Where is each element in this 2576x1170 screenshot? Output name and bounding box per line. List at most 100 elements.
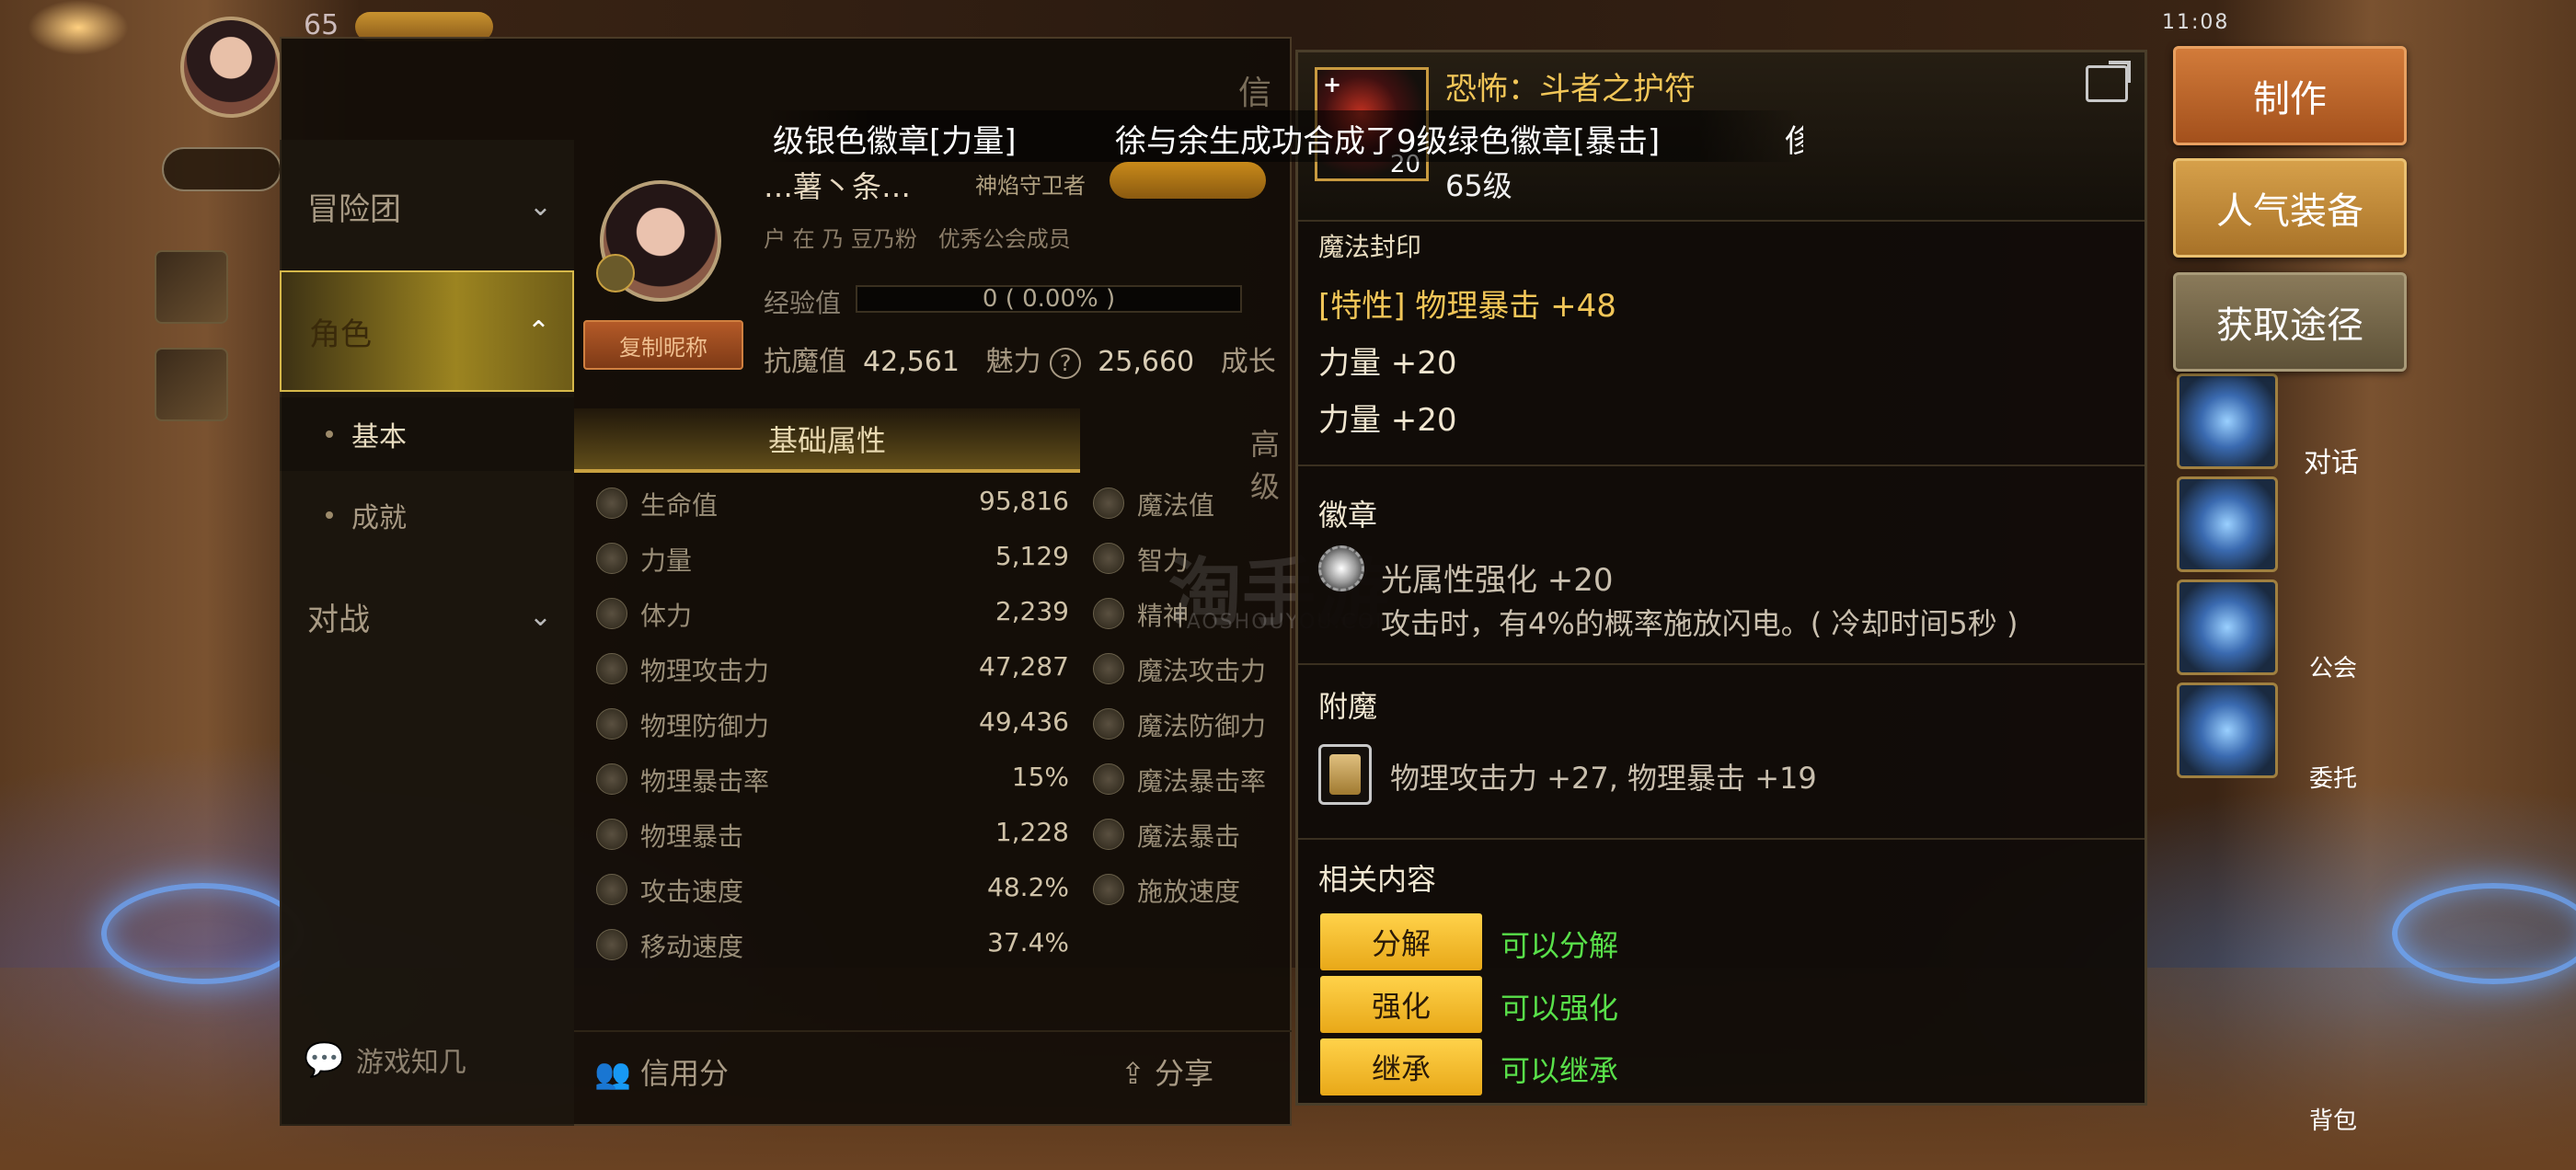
attribute-icon [1093,543,1124,574]
skill-slot-1[interactable] [2177,373,2278,469]
attribute-label: 物理暴击 [640,821,744,852]
nav-item-battle[interactable]: 对战 ⌄ [280,570,574,662]
nav-sub-label: 成就 [351,502,407,534]
share-button[interactable]: ⇪ 分享 [1121,1050,1213,1093]
portal-left [101,883,304,984]
attribute-icon [1093,488,1124,519]
enchant-title: 附魔 [1318,689,1378,724]
attribute-tabs: 基础属性 高级 [574,408,1292,504]
copy-nickname-button[interactable]: 复制昵称 [583,320,743,370]
guild-server-label: 户 在 乃 [764,226,851,252]
disassemble-note: 可以分解 [1501,928,1619,963]
nav-sub-basic[interactable]: 基本 [280,397,574,471]
emblem-title: 徽章 [1318,498,1378,533]
item-name: 恐怖：斗者之护符 [1445,71,1696,108]
people-icon: 👥 [594,1056,631,1091]
bullet-icon [326,430,333,438]
magic-seal-title: 魔法封印 [1318,232,1422,262]
attribute-value: 2,239 [995,596,1069,626]
attribute-label: 物理暴击率 [640,766,770,797]
external-link-icon[interactable] [2086,61,2131,102]
character-tag-badge [1110,162,1266,199]
skill-slot-3[interactable] [2177,579,2278,675]
skill-slot-2[interactable] [2177,476,2278,572]
marquee-segment: 徐与余生成功合成了9级绿色徽章[暴击] [1115,123,1661,160]
attribute-row: 物理攻击力 47,287 魔法攻击力 [596,644,1295,697]
attribute-label: 体力 [640,601,693,631]
enchant-text: 物理攻击力 +27, 物理暴击 +19 [1390,761,1817,796]
chat-label[interactable]: 对话 [2304,440,2359,480]
attribute-label: 生命值 [640,490,719,521]
power-value: 42,561 [863,346,960,378]
nav-item-character[interactable]: 角色 ⌃ [280,270,574,392]
nav-item-label: 冒险团 [307,190,401,228]
attribute-icon [1093,874,1124,905]
attribute-label-secondary: 魔法攻击力 [1137,656,1267,686]
craft-button[interactable]: 制作 [2173,46,2407,145]
credit-score-button[interactable]: 👥 信用分 [594,1050,729,1093]
bullet-icon [326,511,333,519]
attribute-icon [596,763,627,795]
enchant-card-icon [1318,744,1372,805]
nav-item-adventure-group[interactable]: 冒险团 ⌄ [280,160,574,252]
emblem-desc: 攻击时，有4%的概率施放闪电。( 冷却时间5秒 ) [1381,606,2018,641]
pet-icon[interactable] [155,348,228,421]
seal-line-3: 力量 +20 [1318,402,1457,439]
attribute-label: 物理攻击力 [640,656,770,686]
nav-sub-achievement[interactable]: 成就 [280,478,574,552]
system-clock: 11:08 [2162,11,2230,34]
attribute-row: 物理暴击 1,228 魔法暴击 [596,809,1295,863]
chevron-up-icon: ⌃ [526,315,550,348]
inherit-button[interactable]: 继承 [1320,1038,1482,1095]
nav-item-label: 角色 [309,315,372,353]
attribute-label: 力量 [640,545,693,576]
attribute-value: 37.4% [987,927,1069,958]
help-icon[interactable]: ? [1050,348,1082,379]
item-level: 65级 [1445,168,1512,203]
tab-basic-attributes[interactable]: 基础属性 [574,408,1080,473]
attribute-row: 物理防御力 49,436 魔法防御力 [596,699,1295,752]
commission-label[interactable]: 委托 [2309,760,2357,794]
emblem-gem-icon [1318,545,1364,591]
attribute-value: 48.2% [987,872,1069,902]
attribute-icon [596,488,627,519]
attribute-icon [596,708,627,740]
attribute-value: 95,816 [979,486,1069,516]
guild-label[interactable]: 公会 [2309,649,2357,683]
emblem-name: 光属性强化 +20 [1381,562,1614,599]
inherit-note: 可以继承 [1501,1053,1619,1088]
nav-sub-label: 基本 [351,421,407,453]
attribute-icon [1093,819,1124,850]
guild-name: 优秀公会成员 [937,226,1071,252]
attribute-value: 47,287 [979,651,1069,682]
rank-badge-icon [596,254,635,292]
attribute-icon [596,598,627,629]
popular-equipment-button[interactable]: 人气装备 [2173,158,2407,258]
attribute-icon [596,819,627,850]
character-guild: 户 在 乃 豆乃粉 优秀公会成员 [764,221,1071,253]
skill-slot-4[interactable] [2177,682,2278,778]
attribute-row: 攻击速度 48.2% 施放速度 [596,865,1295,918]
attribute-label-secondary: 魔法暴击率 [1137,766,1267,797]
share-label: 分享 [1154,1056,1213,1091]
player-avatar[interactable] [180,17,282,118]
reinforce-note: 可以强化 [1501,991,1619,1026]
attribute-label: 攻击速度 [640,877,744,907]
attribute-icon [1093,708,1124,740]
seal-line-2: 力量 +20 [1318,345,1457,382]
acquisition-route-button[interactable]: 获取途径 [2173,272,2407,372]
charm-label: 魅力 [985,346,1041,378]
character-name: …薯丶条… [764,169,912,204]
nav-footer-tips[interactable]: 💬 游戏知几 [304,1039,466,1080]
bag-label[interactable]: 背包 [2309,1102,2357,1136]
disassemble-button[interactable]: 分解 [1320,913,1482,970]
attribute-value: 5,129 [995,541,1069,571]
attribute-label-secondary: 魔法防御力 [1137,711,1267,741]
outside-pill[interactable] [162,147,282,191]
quest-icon[interactable] [155,250,228,324]
chevron-down-icon: ⌄ [528,189,552,223]
growth-label: 成长 [1220,346,1276,378]
attribute-icon [596,653,627,684]
attribute-label-secondary: 魔法暴击 [1137,821,1241,852]
reinforce-button[interactable]: 强化 [1320,976,1482,1033]
